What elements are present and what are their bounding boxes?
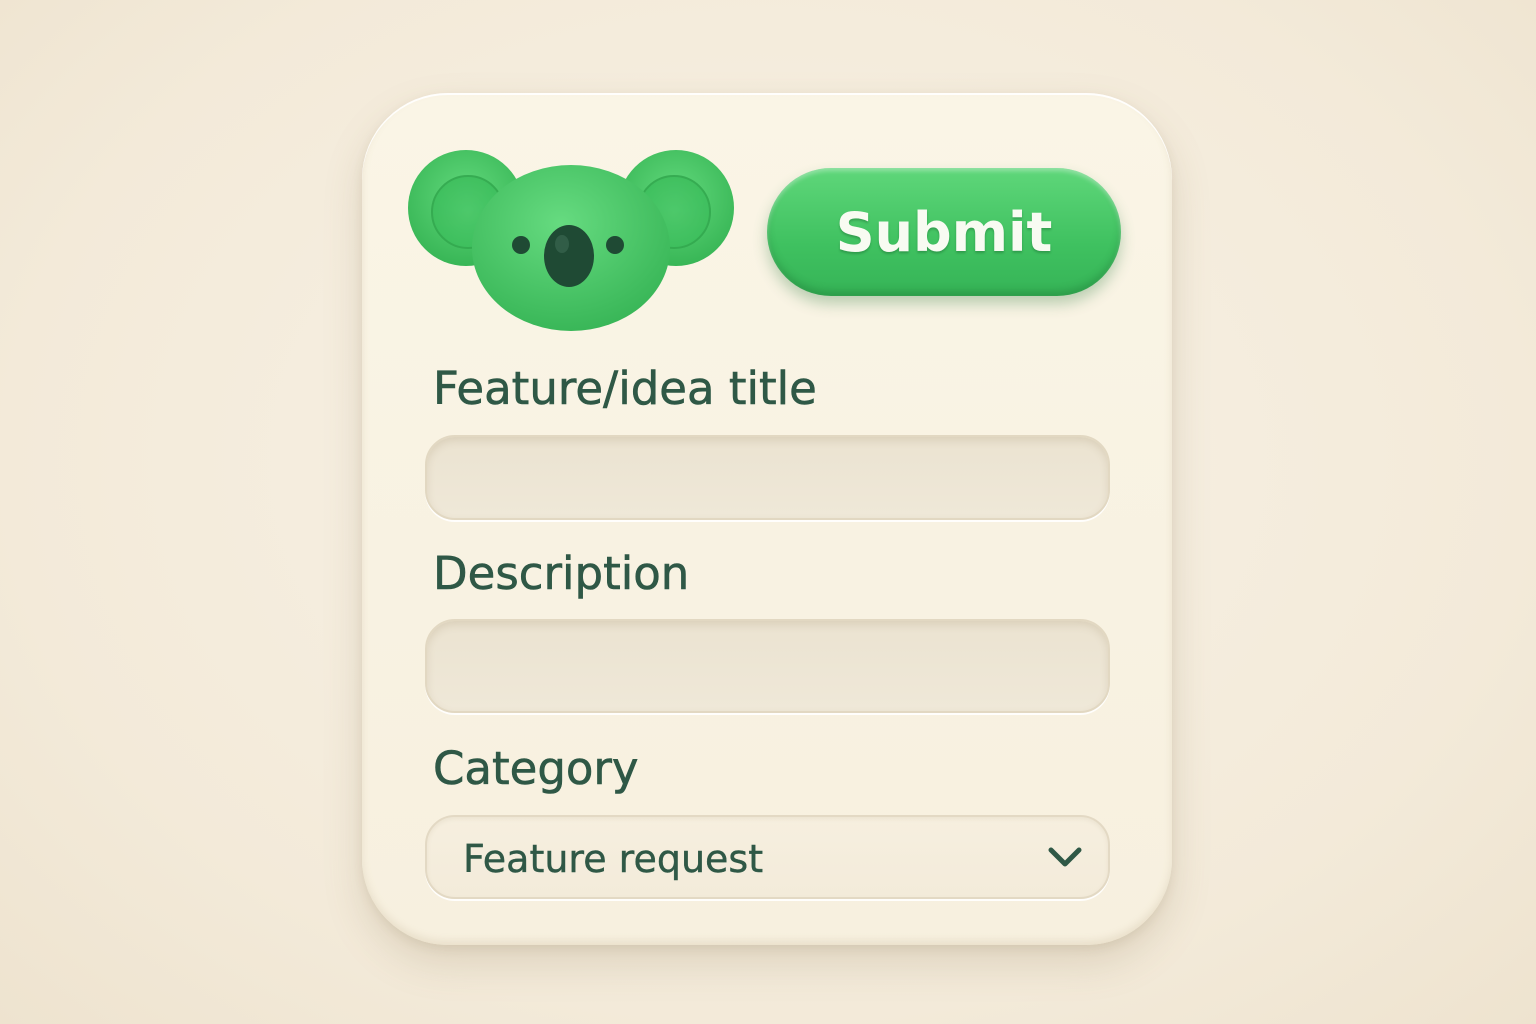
category-select[interactable]: Feature request xyxy=(425,815,1110,899)
title-field-label: Feature/idea title xyxy=(433,362,817,416)
category-selected-value: Feature request xyxy=(463,837,764,881)
title-field xyxy=(425,435,1110,520)
description-input[interactable] xyxy=(427,621,1108,711)
koala-icon xyxy=(408,150,734,331)
description-field-label: Description xyxy=(433,547,690,601)
submit-button[interactable]: Submit xyxy=(767,168,1121,296)
description-field xyxy=(425,619,1110,713)
category-field-label: Category xyxy=(433,742,639,796)
chevron-down-icon xyxy=(1048,847,1082,867)
title-input[interactable] xyxy=(427,437,1108,518)
page-background: Submit Feature/idea title Description Ca… xyxy=(0,0,1536,1024)
